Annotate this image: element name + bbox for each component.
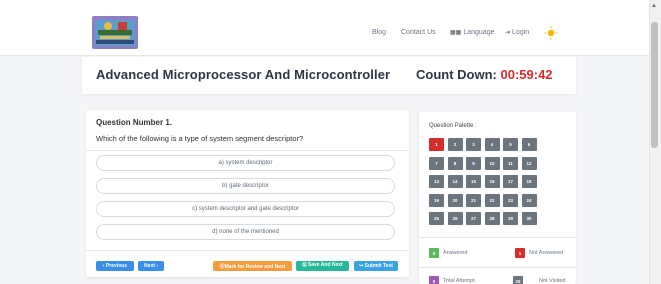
answer-option-c[interactable]: c) system descriptor and gate descriptor [96, 201, 395, 217]
nav-language-label: Language [463, 29, 495, 36]
palette-question-button-20[interactable]: 20 [447, 193, 463, 207]
save-and-next-button[interactable]: 🖫 Save And Next [296, 261, 349, 271]
answer-option-b[interactable]: b) gate descriptor [96, 178, 395, 194]
nav-login-label: Login [512, 29, 530, 36]
nav-blog-label: Blog [372, 29, 387, 36]
question-divider [86, 150, 409, 151]
nav-language-menu[interactable]: ▦▦ Language [450, 29, 495, 36]
answer-option-d[interactable]: d) none of the mentioned [96, 224, 395, 240]
palette-question-button-9[interactable]: 9 [466, 156, 481, 170]
palette-question-button-22[interactable]: 22 [484, 193, 500, 207]
total-attempt-label: Total Attempt [443, 278, 475, 284]
palette-question-button-21[interactable]: 21 [466, 193, 481, 207]
exam-header-card: Advanced Microprocessor And Microcontrol… [82, 57, 576, 94]
palette-question-button-28[interactable]: 28 [484, 212, 500, 225]
palette-question-button-3[interactable]: 3 [466, 138, 481, 151]
site-logo[interactable] [92, 16, 138, 49]
scroll-up-arrow-icon[interactable]: ▲ [651, 3, 657, 9]
countdown-timer: Count Down: 00:59:42 [416, 67, 553, 82]
not-answered-count-badge: 1 [515, 248, 525, 258]
mark-review-next-button[interactable]: ⓪Mark for Review and Next [213, 261, 292, 271]
countdown-label: Count Down: [416, 67, 497, 82]
palette-question-button-30[interactable]: 30 [521, 212, 537, 225]
question-card: Question Number 1. Which of the followin… [86, 110, 409, 277]
palette-question-button-18[interactable]: 18 [521, 175, 537, 188]
palette-title: Question Palette : [429, 123, 477, 129]
palette-question-button-10[interactable]: 10 [484, 156, 500, 170]
palette-question-button-11[interactable]: 11 [503, 156, 518, 170]
theme-toggle-sun-icon[interactable] [544, 26, 558, 40]
palette-question-button-6[interactable]: 6 [521, 138, 537, 151]
submit-test-button[interactable]: ↪ Submit Test [354, 261, 398, 271]
previous-button[interactable]: ‹ Previous [96, 261, 134, 271]
palette-question-button-12[interactable]: 12 [521, 156, 537, 170]
palette-question-button-2[interactable]: 2 [447, 138, 463, 151]
palette-question-button-25[interactable]: 25 [429, 212, 444, 225]
palette-question-button-8[interactable]: 8 [447, 156, 463, 170]
nav-contact-link[interactable]: Contact Us [401, 29, 436, 36]
nav-blog-link[interactable]: Blog [372, 29, 386, 36]
palette-question-button-7[interactable]: 7 [429, 156, 444, 170]
login-icon: ⇥ [505, 30, 511, 36]
not-answered-label: Not Answered [529, 250, 564, 256]
palette-question-button-26[interactable]: 26 [447, 212, 463, 225]
not-visited-count-badge: 29 [513, 276, 523, 284]
palette-question-button-27[interactable]: 27 [466, 212, 481, 225]
total-attempt-count-badge: 0 [429, 276, 439, 284]
palette-question-button-5[interactable]: 5 [503, 138, 518, 151]
palette-question-button-15[interactable]: 15 [466, 175, 481, 188]
exam-title: Advanced Microprocessor And Microcontrol… [96, 67, 391, 82]
answered-count-badge: 0 [429, 248, 439, 258]
answered-label: Answered [443, 250, 468, 256]
palette-question-button-19[interactable]: 19 [429, 193, 444, 207]
palette-question-button-17[interactable]: 17 [503, 175, 518, 188]
actions-divider [86, 250, 409, 251]
palette-question-button-14[interactable]: 14 [447, 175, 463, 188]
palette-question-button-29[interactable]: 29 [503, 212, 518, 225]
answer-option-a[interactable]: a) system descriptor [96, 155, 395, 171]
next-button[interactable]: Next › [138, 261, 164, 271]
not-visited-label: Not Visited [539, 278, 566, 284]
question-palette-card: Question Palette : 1 2 3 4 5 6 7 8 9 10 11 12 13 14 15… [419, 112, 576, 284]
palette-question-button-13[interactable]: 13 [429, 175, 444, 188]
question-text: Which of the following is a type of syst… [96, 134, 304, 143]
nav-login-link[interactable]: ⇥ Login [505, 29, 529, 36]
question-number: Question Number 1. [96, 118, 173, 127]
nav-contact-label: Contact Us [401, 29, 436, 36]
palette-question-button-16[interactable]: 16 [484, 175, 500, 188]
palette-question-button-1[interactable]: 1 [429, 138, 444, 151]
palette-question-button-23[interactable]: 23 [503, 193, 518, 207]
page-scrollbar-thumb[interactable] [651, 22, 658, 148]
language-icon: ▦▦ [450, 30, 462, 36]
palette-question-button-4[interactable]: 4 [484, 138, 500, 151]
palette-divider [419, 237, 576, 238]
palette-question-button-24[interactable]: 24 [521, 193, 537, 207]
legend-divider [419, 267, 576, 268]
countdown-time: 00:59:42 [500, 67, 553, 82]
